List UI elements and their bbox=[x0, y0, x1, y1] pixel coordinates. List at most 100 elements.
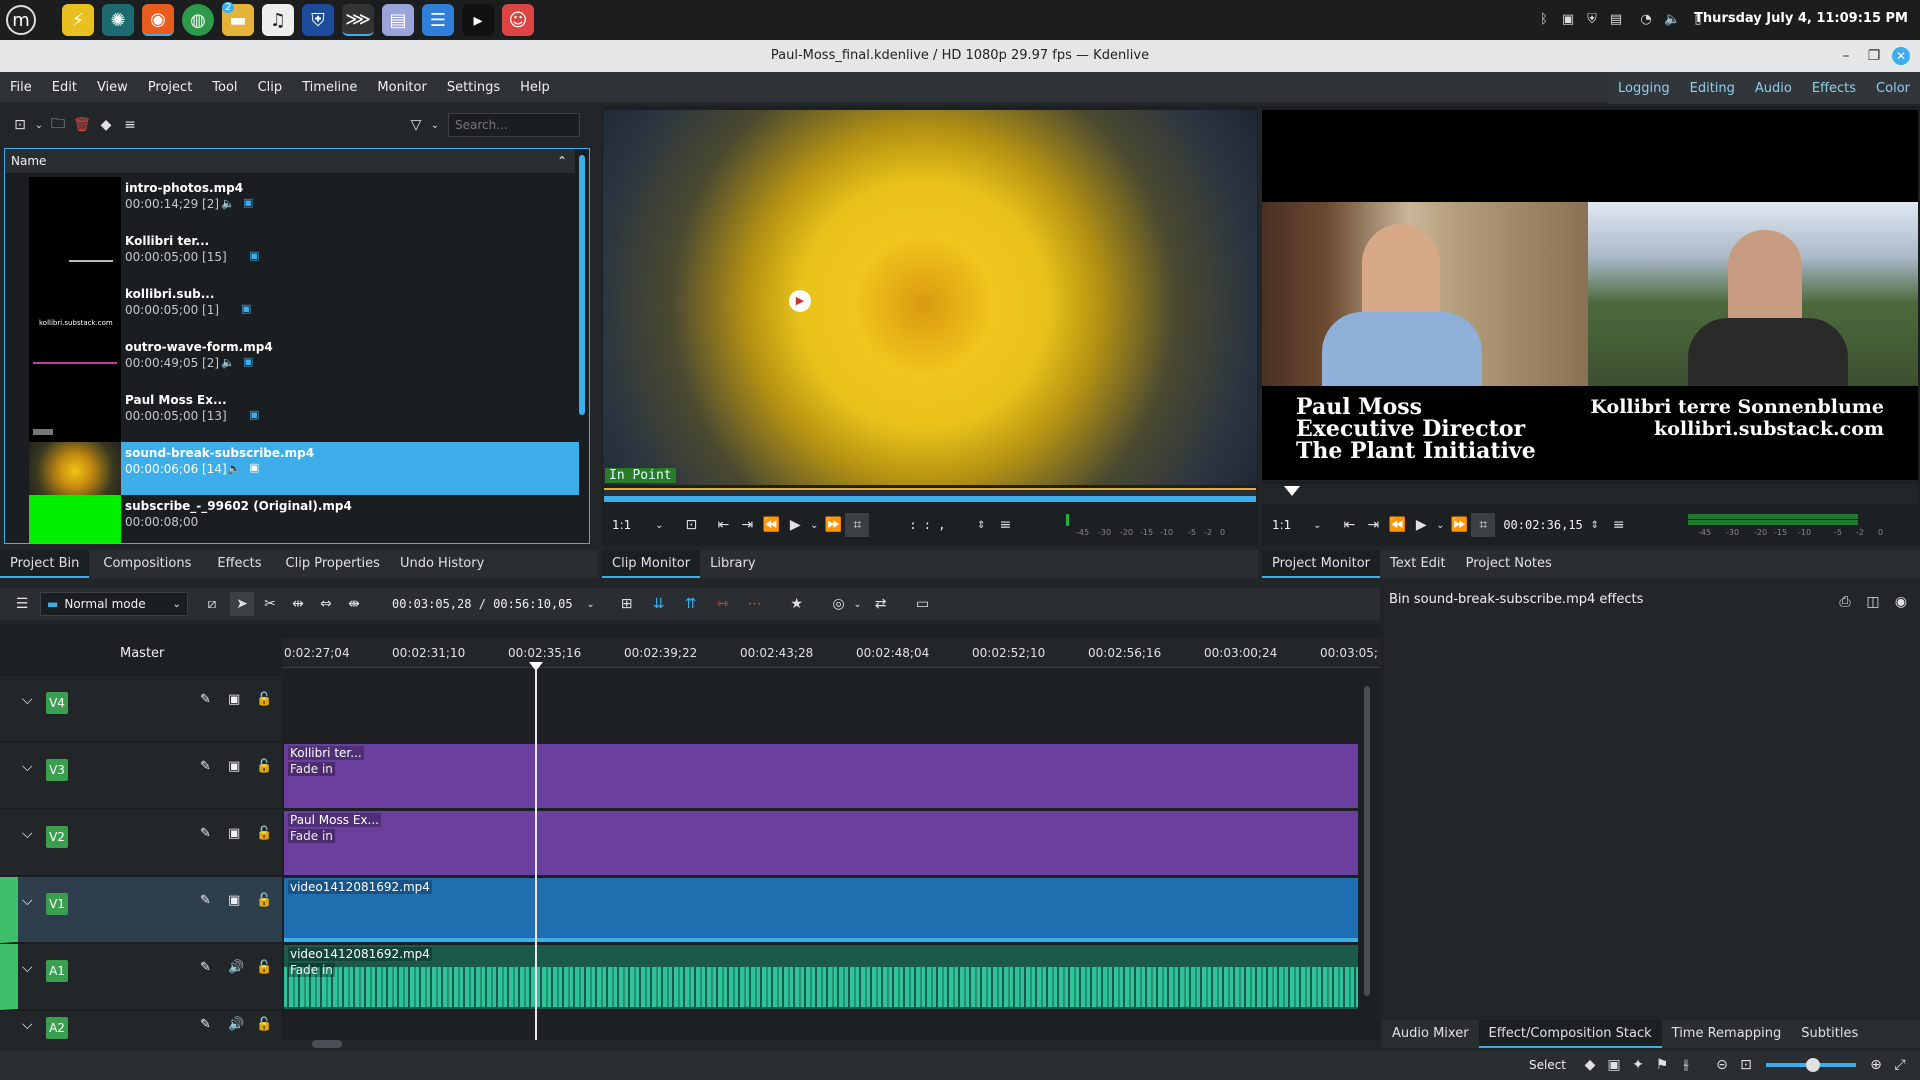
tab-compositions[interactable]: Compositions bbox=[93, 550, 201, 578]
clip-monitor-ruler[interactable] bbox=[604, 488, 1256, 502]
lock-icon[interactable]: 🔓 bbox=[256, 893, 272, 908]
bin-scrollbar[interactable] bbox=[579, 155, 585, 415]
text-editor-icon[interactable]: ☰ bbox=[422, 4, 454, 36]
effects-icon[interactable]: ✎ bbox=[200, 960, 211, 975]
menu-project[interactable]: Project bbox=[138, 80, 202, 95]
collapse-chevron-icon[interactable]: ⌵ bbox=[22, 759, 33, 775]
film-icon[interactable]: ▣ bbox=[228, 893, 240, 908]
name-column-header[interactable]: Name ⌃ bbox=[5, 149, 575, 173]
split-icon[interactable]: ⫳ bbox=[1674, 1053, 1698, 1077]
list-item-selected[interactable]: sound-break-subscribe.mp4 00:00:06;06 [1… bbox=[29, 442, 579, 495]
zoom-select[interactable]: 1:1 bbox=[1272, 518, 1291, 532]
lift-icon[interactable]: ⇈ bbox=[679, 592, 703, 616]
tab-text-edit[interactable]: Text Edit bbox=[1380, 550, 1456, 578]
favorite-icon[interactable]: ★ bbox=[785, 592, 809, 616]
chevron-down-icon[interactable]: ⌄ bbox=[32, 113, 46, 137]
hamburger-menu-icon[interactable]: ≡ bbox=[1607, 513, 1631, 537]
film-icon[interactable]: ▣ bbox=[228, 692, 240, 707]
effects-icon[interactable]: ✎ bbox=[200, 893, 211, 908]
menu-settings[interactable]: Settings bbox=[437, 80, 510, 95]
select-status[interactable]: Select bbox=[1529, 1058, 1566, 1072]
list-item[interactable]: intro-photos.mp4 00:00:14;29 [2] 🔈 ▣ bbox=[29, 177, 579, 230]
clip-monitor-video[interactable]: ▶ In Point bbox=[603, 110, 1257, 485]
lock-icon[interactable]: 🔓 bbox=[256, 826, 272, 841]
zoom-slider[interactable] bbox=[1766, 1058, 1856, 1072]
project-monitor-video[interactable]: Paul Moss Executive Director The Plant I… bbox=[1262, 110, 1918, 480]
speaker-icon[interactable]: 🔊 bbox=[228, 1017, 244, 1032]
insert-clip-icon[interactable]: ⊞ bbox=[615, 592, 639, 616]
spin-icon[interactable]: ⇕ bbox=[1583, 513, 1607, 537]
playhead-line[interactable] bbox=[535, 668, 537, 1040]
track-header-v4[interactable]: ⌵ V4 ✎ ▣ 🔓 bbox=[0, 676, 282, 742]
menu-view[interactable]: View bbox=[87, 80, 138, 95]
playhead-marker-icon[interactable] bbox=[1284, 486, 1300, 496]
collapse-chevron-icon[interactable]: ⌵ bbox=[22, 692, 33, 708]
timeline-clip[interactable]: Paul Moss Ex... Fade in bbox=[284, 811, 1358, 875]
bitwarden-icon[interactable]: ⛨ bbox=[302, 4, 334, 36]
play-icon[interactable]: ▶ bbox=[1409, 513, 1433, 537]
set-in-icon[interactable]: ⇤ bbox=[1337, 513, 1361, 537]
timeline-clip[interactable]: video1412081692.mp4 bbox=[284, 878, 1358, 942]
wifi-icon[interactable]: ◔ bbox=[1638, 12, 1654, 28]
timeline-settings-icon[interactable]: ☰ bbox=[10, 592, 34, 616]
save-effect-icon[interactable]: ⎙ bbox=[1833, 590, 1857, 614]
add-clip-icon[interactable]: ⊡ bbox=[8, 113, 32, 137]
filter-icon[interactable]: ▽ bbox=[404, 113, 428, 137]
zoom-slider-handle[interactable] bbox=[1806, 1058, 1820, 1072]
tab-effect-stack[interactable]: Effect/Composition Stack bbox=[1478, 1020, 1662, 1048]
rewind-icon[interactable]: ⏪ bbox=[1385, 513, 1409, 537]
timeline-hscroll[interactable] bbox=[312, 1040, 342, 1048]
clip-timecode[interactable]: : : , bbox=[909, 518, 969, 532]
menu-timeline[interactable]: Timeline bbox=[292, 80, 367, 95]
menu-help[interactable]: Help bbox=[510, 80, 560, 95]
forward-icon[interactable]: ⏩ bbox=[821, 513, 845, 537]
list-item[interactable]: Kollibri ter... 00:00:05;00 [15] ▣ bbox=[29, 230, 579, 283]
bin-search-input[interactable] bbox=[448, 113, 580, 137]
tab-undo-history[interactable]: Undo History bbox=[390, 550, 494, 578]
track-header-a1[interactable]: ⌵ A1 ✎ 🔊 🔓 bbox=[0, 944, 282, 1010]
edit-mode-select[interactable]: ▬ Normal mode ⌄ bbox=[40, 592, 188, 616]
zoom-in-icon[interactable]: ⊕ bbox=[1864, 1053, 1888, 1077]
music-icon[interactable]: ♫ bbox=[262, 4, 294, 36]
collapse-chevron-icon[interactable]: ⌵ bbox=[22, 893, 33, 909]
maximize-icon[interactable]: ❐ bbox=[1864, 46, 1884, 66]
overwrite-icon[interactable]: ⇊ bbox=[647, 592, 671, 616]
set-in-icon[interactable]: ⇤ bbox=[711, 513, 735, 537]
settings-icon[interactable]: ✺ bbox=[102, 4, 134, 36]
track-header-v3[interactable]: ⌵ V3 ✎ ▣ 🔓 bbox=[0, 743, 282, 809]
track-header-v1[interactable]: ⌵ V1 ✎ ▣ 🔓 bbox=[0, 877, 282, 943]
timeline-position[interactable]: 00:03:05,28 / 00:56:10,05 bbox=[392, 597, 573, 611]
chevron-down-icon[interactable]: ⌄ bbox=[428, 113, 442, 137]
tab-time-remapping[interactable]: Time Remapping bbox=[1662, 1020, 1792, 1048]
audio-clip[interactable]: video1412081692.mp4 Fade in bbox=[284, 945, 1358, 1009]
play-overlay-icon[interactable]: ▶ bbox=[789, 290, 811, 312]
thunder-icon[interactable]: ⚡ bbox=[62, 4, 94, 36]
crop-icon[interactable]: ⌗ bbox=[845, 513, 870, 537]
menu-file[interactable]: File bbox=[0, 80, 42, 95]
layout-editing[interactable]: Editing bbox=[1680, 81, 1745, 96]
chevron-down-icon[interactable]: ⌄ bbox=[647, 513, 671, 537]
layout-logging[interactable]: Logging bbox=[1608, 81, 1680, 96]
menu-monitor[interactable]: Monitor bbox=[367, 80, 436, 95]
hamburger-menu-icon[interactable]: ≡ bbox=[118, 113, 142, 137]
menu-clip[interactable]: Clip bbox=[248, 80, 293, 95]
chevron-down-icon[interactable]: ⌄ bbox=[851, 592, 865, 616]
tab-audio-mixer[interactable]: Audio Mixer bbox=[1382, 1020, 1479, 1048]
project-monitor-ruler[interactable] bbox=[1262, 484, 1918, 504]
zoom-out-icon[interactable]: ⊝ bbox=[1710, 1053, 1734, 1077]
list-item[interactable]: kollibri.substack.com kollibri.sub... 00… bbox=[29, 283, 579, 336]
spacer-tool-icon[interactable]: ⇹ bbox=[286, 592, 310, 616]
tab-effects[interactable]: Effects bbox=[207, 550, 271, 578]
notes-icon[interactable]: ▤ bbox=[382, 4, 414, 36]
minimize-icon[interactable]: – bbox=[1836, 46, 1856, 66]
chevron-down-icon[interactable]: ⌄ bbox=[807, 513, 821, 537]
set-out-icon[interactable]: ⇥ bbox=[735, 513, 759, 537]
timeline-vscroll[interactable] bbox=[1364, 686, 1370, 996]
chevron-down-icon[interactable]: ⌄ bbox=[1433, 513, 1447, 537]
lock-icon[interactable]: 🔓 bbox=[256, 1017, 272, 1032]
fit-zoom-icon[interactable]: ⊡ bbox=[1734, 1053, 1758, 1077]
effects-icon[interactable]: ✎ bbox=[200, 759, 211, 774]
menu-tool[interactable]: Tool bbox=[202, 80, 247, 95]
mix-icon[interactable]: ⇄ bbox=[869, 592, 893, 616]
rewind-icon[interactable]: ⏪ bbox=[759, 513, 783, 537]
